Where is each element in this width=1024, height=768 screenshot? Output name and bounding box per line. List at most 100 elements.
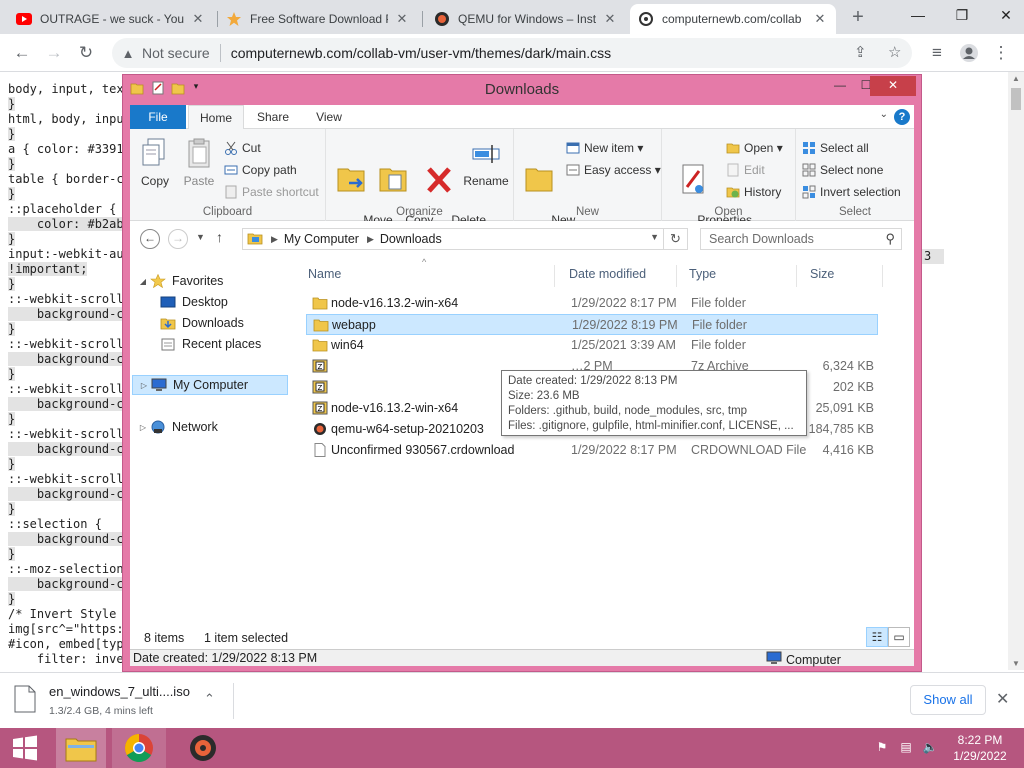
tab-file[interactable]: File bbox=[130, 105, 186, 129]
taskbar-qemu[interactable] bbox=[176, 728, 230, 768]
profile-icon[interactable] bbox=[956, 41, 982, 65]
forward-arrow-icon[interactable]: → bbox=[168, 229, 188, 249]
url-text[interactable]: computernewb.com/collab-vm/user-vm/theme… bbox=[231, 45, 611, 61]
network-tray-icon[interactable]: ▤ bbox=[898, 740, 914, 756]
start-button[interactable] bbox=[0, 728, 50, 768]
expand-arrow-icon[interactable]: ▷ bbox=[139, 381, 149, 390]
invert-selection-button[interactable]: Invert selection bbox=[802, 183, 901, 201]
address-box[interactable]: ▶ My Computer ▶ Downloads ▼ bbox=[242, 228, 664, 250]
file-size: 4,416 KB bbox=[822, 443, 874, 457]
nav-my-computer[interactable]: ▷ My Computer bbox=[132, 375, 288, 395]
address-bar[interactable]: ▲ Not secure computernewb.com/collab-vm/… bbox=[112, 38, 912, 68]
scroll-up-icon[interactable]: ▲ bbox=[1008, 74, 1024, 83]
nav-network[interactable]: ▷ Network bbox=[138, 417, 218, 437]
reload-button[interactable]: ↻ bbox=[73, 41, 99, 65]
column-header-name[interactable]: Name bbox=[308, 267, 341, 287]
nav-downloads[interactable]: Downloads bbox=[160, 313, 244, 333]
back-button[interactable]: ← bbox=[9, 41, 35, 65]
large-icons-view-button[interactable]: ▭ bbox=[888, 627, 910, 647]
nav-desktop[interactable]: Desktop bbox=[160, 292, 228, 312]
show-all-button[interactable]: Show all bbox=[910, 685, 986, 715]
file-row[interactable]: node-v16.13.2-win-x64 1/29/2022 8:17 PM Fi… bbox=[306, 293, 878, 314]
copy-button[interactable]: Copy bbox=[134, 137, 176, 188]
close-download-bar-icon[interactable]: ✕ bbox=[996, 689, 1009, 709]
file-row[interactable]: win64 1/25/2021 3:39 AM File folder bbox=[306, 335, 878, 356]
tab-computernewb[interactable]: computernewb.com/collab ✕ bbox=[630, 4, 836, 34]
page-scrollbar[interactable]: ▲ ▼ bbox=[1008, 72, 1024, 670]
share-icon[interactable]: ⇪ bbox=[854, 43, 867, 61]
details-view-button[interactable]: ☷ bbox=[866, 627, 888, 647]
easy-access-button[interactable]: Easy access ▾ bbox=[566, 161, 661, 179]
open-button[interactable]: Open ▾ bbox=[726, 139, 783, 157]
refresh-button[interactable]: ↻ bbox=[664, 228, 688, 250]
history-button[interactable]: History bbox=[726, 183, 781, 201]
expand-arrow-icon[interactable]: ▷ bbox=[138, 423, 148, 432]
security-label[interactable]: Not secure bbox=[142, 45, 210, 61]
help-icon[interactable]: ? bbox=[894, 109, 910, 125]
column-header-type[interactable]: Type bbox=[689, 267, 716, 287]
search-icon: ⚲ bbox=[885, 231, 895, 246]
close-window-button[interactable]: ✕ bbox=[984, 0, 1024, 30]
forward-button[interactable]: → bbox=[41, 41, 67, 65]
new-item-button[interactable]: New item ▾ bbox=[566, 139, 643, 157]
column-divider[interactable] bbox=[676, 265, 677, 287]
volume-icon[interactable]: 🔈 bbox=[922, 740, 938, 756]
select-none-button[interactable]: Select none bbox=[802, 161, 883, 179]
tab-qemu[interactable]: QEMU for Windows – Insta ✕ bbox=[426, 4, 626, 34]
close-tab-icon[interactable]: ✕ bbox=[602, 11, 618, 27]
edit-button[interactable]: Edit bbox=[726, 161, 765, 179]
tab-share[interactable]: Share bbox=[246, 105, 300, 129]
close-tab-icon[interactable]: ✕ bbox=[190, 11, 206, 27]
cut-button[interactable]: Cut bbox=[224, 139, 261, 157]
expand-arrow-icon[interactable]: ◢ bbox=[138, 277, 148, 286]
back-arrow-icon[interactable]: ← bbox=[140, 229, 160, 249]
bookmark-star-icon[interactable]: ☆ bbox=[888, 43, 901, 61]
clock[interactable]: 8:22 PM 1/29/2022 bbox=[940, 732, 1020, 764]
copy-path-button[interactable]: Copy path bbox=[224, 161, 297, 179]
column-divider[interactable] bbox=[796, 265, 797, 287]
select-all-button[interactable]: Select all bbox=[802, 139, 869, 157]
breadcrumb-chevron-icon[interactable]: ▶ bbox=[271, 234, 278, 245]
minimize-button[interactable]: — bbox=[896, 0, 940, 30]
taskbar-file-explorer[interactable] bbox=[56, 728, 106, 768]
breadcrumb-downloads[interactable]: Downloads bbox=[380, 232, 442, 246]
tab-home[interactable]: Home bbox=[188, 105, 244, 130]
restore-button[interactable]: ❐ bbox=[940, 0, 984, 30]
breadcrumb-chevron-icon[interactable]: ▶ bbox=[367, 234, 374, 245]
scrollbar-thumb[interactable] bbox=[1011, 88, 1021, 110]
new-tab-button[interactable]: + bbox=[846, 6, 870, 30]
nav-recent-places[interactable]: Recent places bbox=[160, 334, 261, 354]
paste-button[interactable]: Paste bbox=[178, 137, 220, 188]
recent-locations-icon[interactable]: ▼ bbox=[196, 232, 205, 242]
download-filename[interactable]: en_windows_7_ulti....iso bbox=[49, 684, 190, 699]
scroll-down-icon[interactable]: ▼ bbox=[1008, 659, 1024, 668]
explorer-minimize-button[interactable]: — bbox=[827, 76, 853, 96]
file-row[interactable]: webapp 1/29/2022 8:19 PM File folder bbox=[306, 314, 878, 335]
tab-free-software[interactable]: Free Software Download P ✕ bbox=[218, 4, 418, 34]
address-dropdown-icon[interactable]: ▼ bbox=[650, 232, 659, 242]
chevron-up-icon[interactable]: ⌃ bbox=[204, 691, 215, 707]
column-divider[interactable] bbox=[882, 265, 883, 287]
close-tab-icon[interactable]: ✕ bbox=[394, 11, 410, 27]
rename-button[interactable]: Rename bbox=[462, 137, 510, 188]
close-tab-icon[interactable]: ✕ bbox=[812, 11, 828, 27]
breadcrumb-my-computer[interactable]: My Computer bbox=[284, 232, 359, 246]
edit-label: Edit bbox=[744, 163, 765, 177]
paste-shortcut-button[interactable]: Paste shortcut bbox=[224, 183, 319, 201]
column-divider[interactable] bbox=[554, 265, 555, 287]
search-input[interactable]: Search Downloads ⚲ bbox=[700, 228, 902, 250]
nav-favorites[interactable]: ◢ Favorites bbox=[138, 271, 223, 291]
action-center-icon[interactable]: ⚑ bbox=[874, 740, 890, 756]
media-icon[interactable]: ≡ bbox=[924, 41, 950, 65]
menu-icon[interactable]: ⋮ bbox=[988, 41, 1014, 65]
explorer-close-button[interactable]: ✕ bbox=[870, 76, 916, 96]
expand-ribbon-icon[interactable]: ⌄ bbox=[880, 109, 888, 120]
file-row[interactable]: Unconfirmed 930567.crdownload 1/29/2022 8… bbox=[306, 440, 878, 461]
tab-view[interactable]: View bbox=[302, 105, 356, 129]
column-header-date[interactable]: Date modified bbox=[569, 267, 646, 287]
tab-youtube[interactable]: OUTRAGE - we suck - YouT ✕ bbox=[8, 4, 214, 34]
taskbar-chrome[interactable] bbox=[112, 728, 166, 768]
explorer-title-bar[interactable]: ▾ Downloads — ☐ ✕ bbox=[123, 75, 921, 105]
up-arrow-icon[interactable]: ↑ bbox=[216, 229, 223, 245]
column-header-size[interactable]: Size bbox=[810, 267, 834, 287]
